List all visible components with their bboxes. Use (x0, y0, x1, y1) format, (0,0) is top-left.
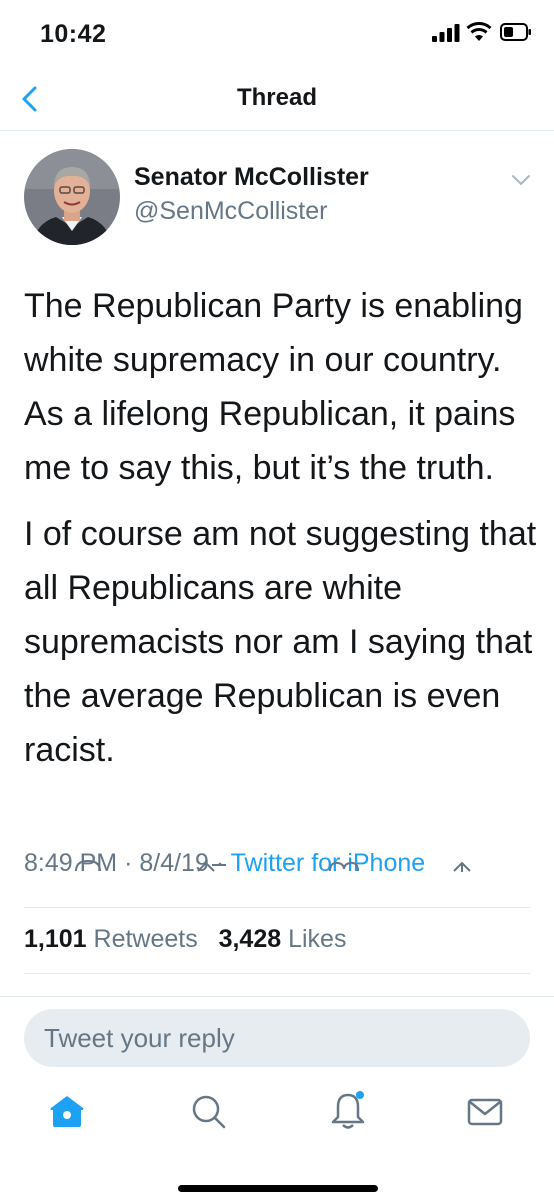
home-indicator (178, 1185, 378, 1192)
nav-bar: Thread (0, 68, 554, 131)
divider (24, 907, 530, 908)
divider (24, 973, 530, 974)
page-title: Thread (236, 84, 317, 111)
reply-composer-bar (0, 996, 554, 1201)
tweet-text: The Republican Party is enabling white s… (24, 279, 544, 777)
retweets-label: Retweets (93, 925, 198, 953)
retweet-icon (197, 861, 226, 872)
tweet-actions-row (75, 859, 471, 872)
cellular-signal-icon (432, 24, 460, 42)
status-time: 10:42 (40, 20, 107, 48)
share-icon (453, 861, 471, 872)
likes-stat[interactable]: 3,428 Likes (219, 925, 347, 953)
tweet-reply-input[interactable] (24, 1009, 530, 1067)
tweet-stats: 1,101 Retweets 3,428 Likes (24, 925, 346, 954)
likes-label: Likes (288, 925, 347, 953)
notifications-icon[interactable] (328, 1091, 368, 1131)
like-icon (329, 861, 359, 872)
wifi-icon (466, 22, 492, 41)
search-icon[interactable] (188, 1091, 228, 1131)
tweet-paragraph: The Republican Party is enabling white s… (24, 287, 523, 487)
avatar[interactable] (24, 149, 120, 245)
reply-icon (75, 859, 101, 872)
user-handle[interactable]: @SenMcCollister (134, 197, 327, 226)
tweet-paragraph: I of course am not suggesting that all R… (24, 515, 537, 769)
messages-icon[interactable] (465, 1091, 505, 1131)
home-icon[interactable] (47, 1091, 87, 1131)
retweets-stat[interactable]: 1,101 Retweets (24, 925, 198, 953)
retweets-count: 1,101 (24, 925, 87, 953)
battery-icon (500, 23, 531, 41)
display-name[interactable]: Senator McCollister (134, 163, 369, 192)
chevron-down-icon[interactable] (510, 173, 532, 187)
status-bar: 10:42 (0, 0, 554, 68)
notification-dot (356, 1091, 364, 1099)
likes-count: 3,428 (218, 925, 282, 953)
